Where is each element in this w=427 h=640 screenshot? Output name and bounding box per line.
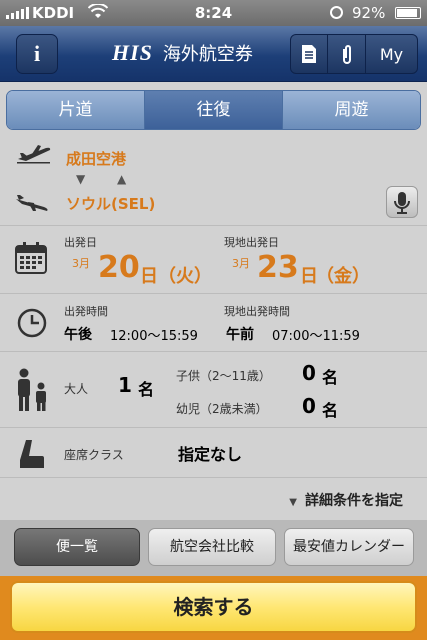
adult-unit: 名 [138, 380, 155, 399]
departure-day[interactable]: 20 [98, 250, 140, 285]
clock-icon [17, 308, 47, 338]
destination-airport[interactable]: ソウル(SEL) [66, 193, 155, 214]
local-month: 3月 [232, 257, 250, 270]
local-day[interactable]: 23 [257, 250, 299, 285]
voice-input-button[interactable] [386, 186, 418, 218]
departure-time-period: 午後 [64, 327, 92, 343]
seat-icon [20, 440, 44, 468]
local-time-period: 午前 [226, 327, 254, 343]
his-logo: HIS [112, 40, 153, 65]
local-date-label: 現地出発日 [224, 236, 279, 249]
microphone-icon [394, 192, 410, 214]
child-label: 子供（2〜11歳） [176, 369, 271, 383]
local-time-range[interactable]: 07:00〜11:59 [272, 325, 360, 344]
seat-class-label: 座席クラス [64, 448, 124, 462]
route-row[interactable] [0, 138, 427, 226]
header-actions: My [290, 34, 418, 74]
tab-flight-list[interactable]: 便一覧 [14, 528, 140, 566]
local-weekday: （金） [316, 266, 370, 287]
tab-round-trip[interactable]: 往復 [145, 91, 283, 129]
result-view-tabs: 便一覧 航空会社比較 最安値カレンダー [0, 520, 427, 576]
clip-button[interactable] [328, 35, 366, 73]
origin-airport[interactable]: 成田空港 [66, 148, 126, 169]
trip-type-tabs: 片道 往復 周遊 [6, 90, 421, 130]
child-count[interactable]: 0 [302, 361, 316, 385]
my-page-button[interactable]: My [366, 35, 417, 73]
seat-class-value[interactable]: 指定なし [178, 441, 242, 465]
adult-label: 大人 [64, 382, 89, 396]
tab-airline-compare[interactable]: 航空会社比較 [148, 528, 276, 566]
departure-month: 3月 [72, 257, 90, 270]
paperclip-icon [342, 45, 351, 64]
departure-time-label: 出発時間 [64, 305, 108, 318]
departure-time-range[interactable]: 12:00〜15:59 [110, 325, 198, 344]
adult-count[interactable]: 1 [118, 373, 132, 397]
departure-plane-icon [17, 145, 51, 164]
search-button[interactable]: 検索する [10, 581, 417, 633]
battery-percent: 92% [352, 4, 386, 22]
tab-multi-city[interactable]: 周遊 [283, 91, 420, 129]
rotation-lock-icon [330, 6, 343, 19]
search-bar: 検索する [0, 576, 427, 640]
document-icon [302, 45, 317, 63]
swap-route-arrows[interactable]: ▼ ▲ [76, 172, 140, 186]
infant-count[interactable]: 0 [302, 394, 316, 418]
status-bar: KDDI 8:24 92% [0, 0, 427, 26]
brand: HIS 海外航空券 [112, 40, 253, 66]
page-title: 海外航空券 [162, 44, 253, 65]
battery-icon [395, 7, 421, 19]
departure-date-label: 出発日 [64, 236, 97, 249]
tab-one-way[interactable]: 片道 [7, 91, 145, 129]
departure-day-unit: 日 [140, 266, 158, 287]
arrival-plane-icon [16, 195, 48, 211]
calendar-icon [15, 242, 47, 274]
departure-weekday: （火） [158, 266, 212, 287]
advanced-options-label: 詳細条件を指定 [305, 493, 403, 509]
family-icon [18, 368, 46, 411]
infant-label: 幼児（2歳未満） [176, 402, 268, 416]
triangle-down-icon: ▼ [289, 497, 297, 508]
child-unit: 名 [322, 368, 339, 387]
app-header: i HIS 海外航空券 My [0, 26, 427, 82]
advanced-options-link[interactable]: ▼ 詳細条件を指定 [289, 490, 403, 510]
document-button[interactable] [291, 35, 329, 73]
infant-unit: 名 [322, 401, 339, 420]
info-button[interactable]: i [16, 34, 58, 74]
tab-lowest-fare-calendar[interactable]: 最安値カレンダー [284, 528, 414, 566]
local-time-label: 現地出発時間 [224, 305, 290, 318]
